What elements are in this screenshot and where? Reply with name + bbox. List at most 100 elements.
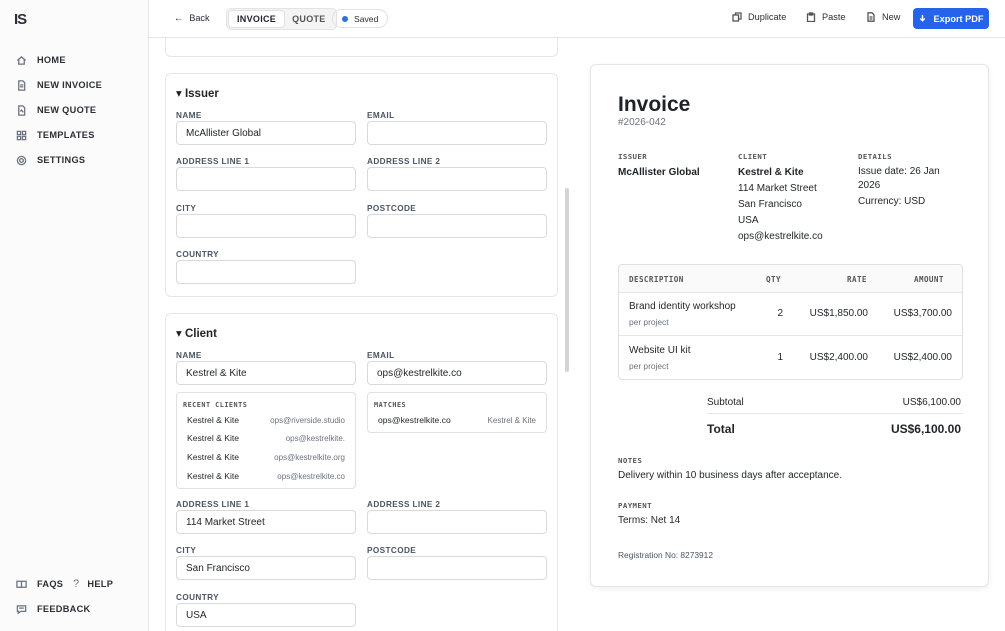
book-icon — [16, 580, 27, 588]
client-postcode-input[interactable] — [367, 556, 547, 580]
invoice-number: #2026-042 — [618, 117, 666, 128]
recent-client-name: Kestrel & Kite — [187, 452, 240, 462]
sidebar-item-label: HELP — [87, 579, 114, 589]
status-dot-icon — [342, 15, 348, 22]
issuer-address2-input[interactable] — [367, 167, 547, 191]
email-matches-dropdown: MATCHES ops@kestrelkite.co Kestrel & Kit… — [367, 392, 547, 433]
issuer-postcode-label: POSTCODE — [367, 204, 417, 213]
client-email: ops@kestrelkite.co — [738, 231, 823, 242]
client-name-input[interactable] — [176, 361, 356, 385]
match-name: Kestrel & Kite — [487, 415, 536, 425]
issuer-email-input[interactable] — [367, 121, 547, 145]
recent-client-email: ops@kestrelkite.org — [274, 452, 345, 462]
client-title: Client — [184, 328, 217, 340]
notes-heading: NOTES — [618, 456, 643, 465]
tab-quote[interactable]: QUOTE — [284, 11, 334, 27]
sidebar-item-label: TEMPLATES — [37, 130, 95, 140]
item-description: Brand identity workshop — [629, 301, 736, 312]
tab-invoice[interactable]: INVOICE — [229, 11, 285, 27]
sidebar-item-label: NEW INVOICE — [37, 80, 103, 90]
status-badge: Saved — [332, 9, 389, 28]
app-logo[interactable]: IS — [14, 11, 32, 29]
issuer-section-toggle[interactable]: ▾ Issuer — [176, 86, 219, 100]
item-unit: per project — [629, 361, 669, 371]
sidebar-item-new-invoice[interactable]: NEW INVOICE — [16, 77, 102, 93]
paste-button[interactable]: Paste — [806, 12, 846, 22]
list-item[interactable]: ops@kestrelkite.co Kestrel & Kite — [378, 414, 536, 426]
item-qty: 1 — [777, 352, 783, 363]
issuer-postcode-input[interactable] — [367, 214, 547, 238]
export-label: Export PDF — [933, 13, 984, 24]
back-button[interactable]: ← Back — [174, 13, 210, 23]
arrow-left-icon: ← — [174, 13, 184, 23]
issuer-address2-label: ADDRESS LINE 2 — [367, 157, 441, 166]
gear-icon — [16, 155, 27, 165]
form-scrollbar[interactable] — [565, 188, 569, 372]
item-rate: US$1,850.00 — [809, 308, 868, 319]
subtotal-value: US$6,100.00 — [902, 397, 961, 408]
paste-label: Paste — [822, 12, 846, 22]
issuer-city-label: CITY — [176, 204, 197, 213]
issuer-name: McAllister Global — [618, 167, 700, 178]
issuer-city-input[interactable] — [176, 214, 356, 238]
client-address1-label: ADDRESS LINE 1 — [176, 500, 250, 509]
recent-client-name: Kestrel & Kite — [187, 433, 240, 443]
document-icon — [18, 79, 26, 91]
item-unit: per project — [629, 317, 669, 327]
sidebar-item-help[interactable]: ? HELP — [73, 576, 113, 592]
duplicate-button[interactable]: Duplicate — [732, 12, 786, 22]
sidebar-item-templates[interactable]: TEMPLATES — [16, 127, 95, 143]
client-section-toggle[interactable]: ▾ Client — [176, 326, 217, 340]
client-country-input[interactable] — [176, 603, 356, 627]
sidebar-item-home[interactable]: HOME — [16, 52, 66, 68]
grid-icon — [16, 130, 27, 140]
client-postcode-label: POSTCODE — [367, 546, 417, 555]
invoice-preview: Invoice #2026-042 ISSUER McAllister Glob… — [590, 64, 989, 587]
chat-icon — [16, 604, 27, 615]
new-label: New — [882, 12, 901, 22]
new-document-icon — [867, 12, 875, 22]
duplicate-label: Duplicate — [748, 12, 787, 22]
sidebar-item-settings[interactable]: SETTINGS — [16, 152, 85, 168]
client-email-input[interactable] — [367, 361, 547, 385]
client-address2-input[interactable] — [367, 510, 547, 534]
sidebar-item-label: NEW QUOTE — [37, 105, 97, 115]
list-item[interactable]: Kestrel & Kite ops@kestrelkite.co — [187, 470, 345, 482]
recent-client-email: ops@riverside.studio — [270, 415, 345, 425]
recent-clients-heading: RECENT CLIENTS — [183, 401, 248, 409]
new-button[interactable]: New — [866, 12, 900, 22]
sidebar-item-new-quote[interactable]: NEW QUOTE — [16, 102, 96, 118]
total-label: Total — [707, 422, 735, 436]
column-amount: AMOUNT — [914, 275, 944, 284]
issuer-country-input[interactable] — [176, 260, 356, 284]
sidebar-item-feedback[interactable]: FEEDBACK — [16, 601, 90, 617]
client-address2-label: ADDRESS LINE 2 — [367, 500, 441, 509]
export-pdf-button[interactable]: Export PDF — [913, 8, 989, 29]
sidebar-item-label: HOME — [37, 55, 66, 65]
recent-client-name: Kestrel & Kite — [187, 471, 240, 481]
sidebar-item-label: FAQS — [37, 579, 64, 589]
sidebar-item-faqs[interactable]: FAQS — [16, 576, 63, 592]
client-city-input[interactable] — [176, 556, 356, 580]
notes-text: Delivery within 10 business days after a… — [618, 470, 843, 481]
list-item[interactable]: Kestrel & Kite ops@kestrelkite.org — [187, 451, 345, 463]
table-header: DESCRIPTION QTY RATE AMOUNT — [619, 265, 962, 293]
client-city-label: CITY — [176, 546, 197, 555]
issuer-address1-input[interactable] — [176, 167, 356, 191]
question-icon: ? — [73, 578, 80, 590]
clipboard-icon — [806, 12, 816, 22]
client-address1-input[interactable] — [176, 510, 356, 534]
list-item[interactable]: Kestrel & Kite ops@kestrelkite. — [187, 432, 345, 444]
issuer-name-input[interactable] — [176, 121, 356, 145]
back-label: Back — [189, 13, 210, 23]
issue-date: Issue date: 26 Jan 2026 — [858, 165, 940, 193]
column-qty: QTY — [766, 275, 781, 284]
payment-heading: PAYMENT — [618, 501, 652, 510]
download-icon — [920, 14, 926, 22]
registration-number: Registration No: 8273912 — [618, 550, 713, 560]
column-rate: RATE — [847, 275, 867, 284]
sidebar-item-label: FEEDBACK — [37, 604, 91, 614]
item-amount: US$3,700.00 — [893, 308, 952, 319]
list-item[interactable]: Kestrel & Kite ops@riverside.studio — [187, 414, 345, 426]
issue-date-year: 2026 — [858, 180, 881, 191]
